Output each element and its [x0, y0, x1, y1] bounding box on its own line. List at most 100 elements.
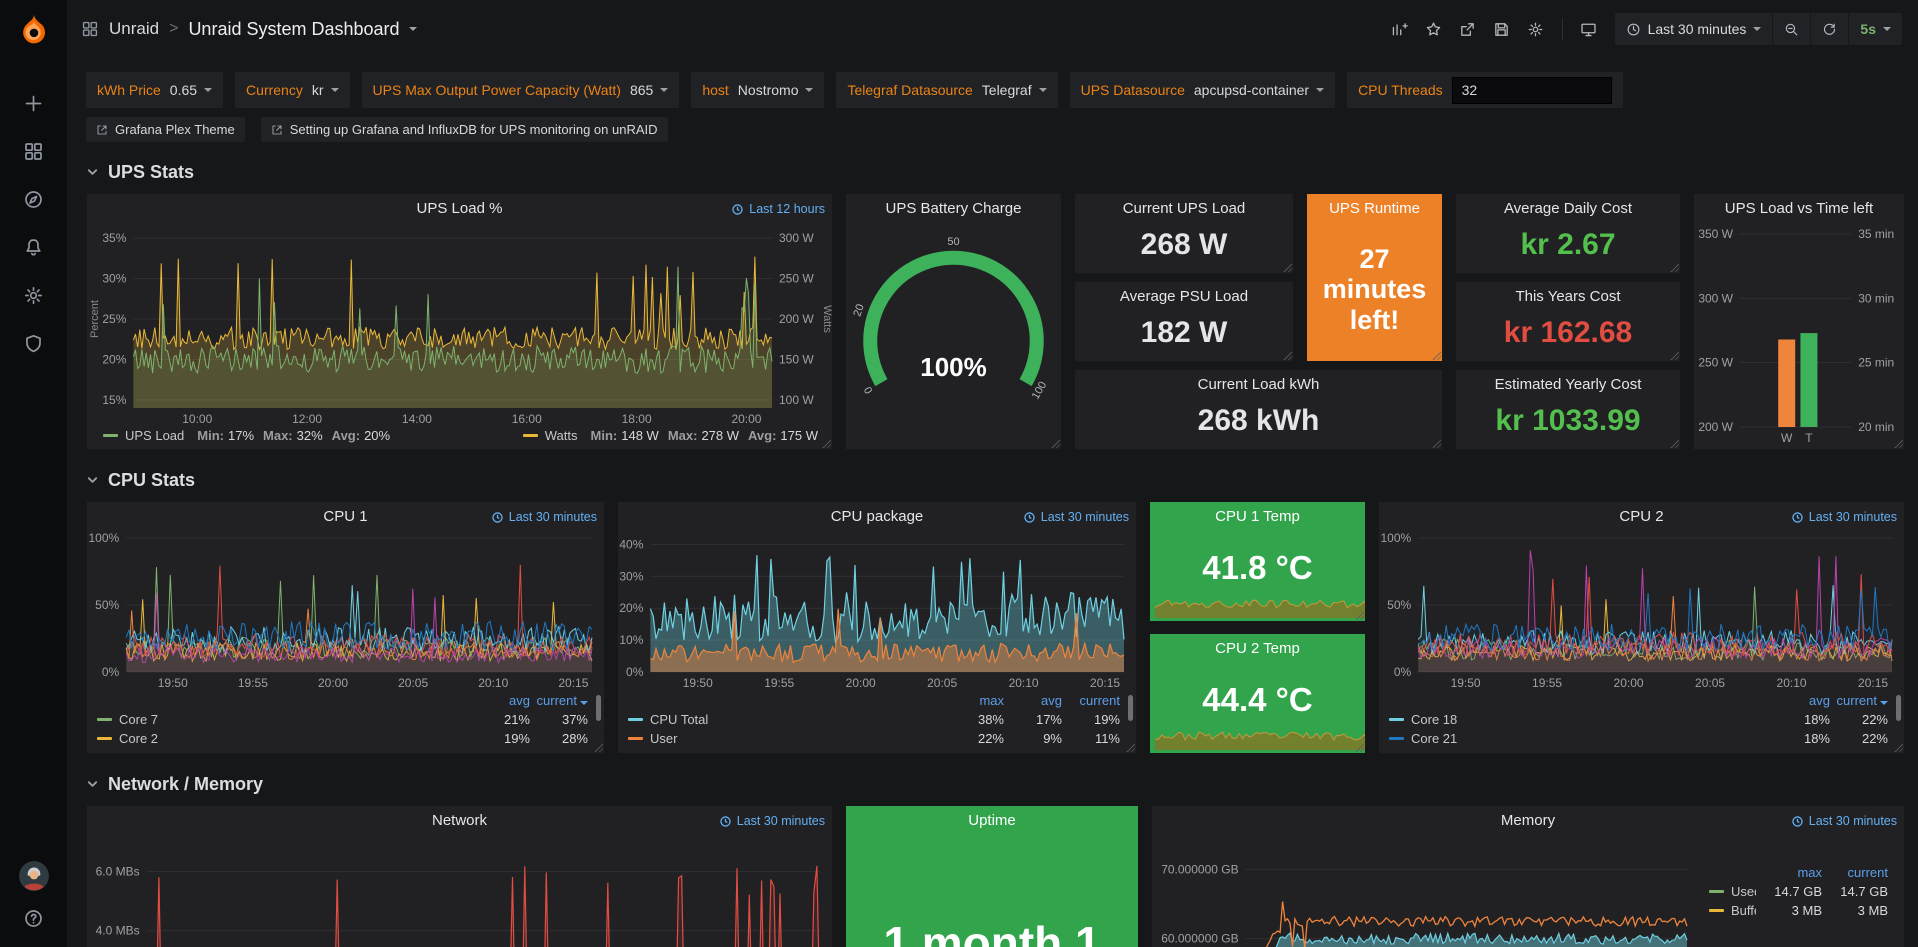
svg-text:100%: 100% [1380, 532, 1411, 545]
time-range-picker[interactable]: Last 30 minutes [1615, 13, 1773, 45]
sidebar-item-help[interactable] [12, 899, 56, 937]
legend-value: 22% [1830, 729, 1888, 748]
ups-load-legend: UPS Load Min:17% Max:32% Avg:20% Watts M… [87, 428, 832, 449]
dashboards-grid-icon [23, 141, 44, 162]
sidebar-menu [12, 84, 56, 362]
panel-time-override-badge: Last 30 minutes [491, 502, 597, 532]
legend-series-name[interactable]: Core 18 [1411, 710, 1772, 729]
star-dashboard-button[interactable] [1417, 14, 1451, 44]
sidebar-item-configuration[interactable] [12, 276, 56, 314]
legend-scrollbar[interactable] [1896, 695, 1901, 721]
panel-title[interactable]: Current UPS Load [1075, 194, 1293, 224]
cpu2-chart[interactable]: 0%50%100%19:5019:5520:0020:0520:1020:15 [1379, 532, 1904, 692]
legend-series-name[interactable]: Buffered [1731, 901, 1756, 920]
refresh-interval-dropdown[interactable]: 5s [1848, 13, 1902, 45]
panel-title[interactable]: UPS Load vs Time left [1694, 194, 1904, 224]
panel-title[interactable]: CPU 2 Temp [1150, 634, 1365, 664]
variable-ups-datasource: UPS Datasource apcupsd-container [1070, 72, 1335, 108]
panel-title[interactable]: Uptime [846, 806, 1138, 836]
panel-title[interactable]: Average PSU Load [1075, 282, 1293, 312]
link-grafana-plex-theme[interactable]: Grafana Plex Theme [86, 117, 245, 142]
legend-sort-max[interactable]: max [946, 692, 1004, 710]
sidebar-item-dashboards[interactable] [12, 132, 56, 170]
network-memory-grid: Network Last 30 minutes 2.0 MBs4.0 MBs6.… [86, 805, 1905, 947]
legend-scrollbar[interactable] [596, 695, 601, 721]
refresh-button[interactable] [1810, 13, 1848, 45]
legend-series-name[interactable]: Used [1731, 882, 1756, 901]
section-cpu-stats[interactable]: CPU Stats [86, 470, 1918, 491]
sidebar-item-explore[interactable] [12, 180, 56, 218]
dashboard-settings-button[interactable] [1519, 14, 1553, 44]
variable-value-dropdown[interactable]: kr [312, 82, 339, 98]
panel-title[interactable]: Estimated Yearly Cost [1456, 370, 1680, 400]
sidebar-item-create[interactable] [12, 84, 56, 122]
variable-label: UPS Datasource [1081, 82, 1185, 98]
sort-caret-icon [580, 701, 588, 705]
svg-text:200 W: 200 W [1698, 420, 1733, 434]
legend-series-name[interactable]: Core 21 [1411, 729, 1772, 748]
cpu1-chart[interactable]: 0%50%100%19:5019:5520:0020:0520:1020:15 [87, 532, 604, 692]
dashboard-title-dropdown[interactable]: Unraid System Dashboard [188, 19, 416, 40]
variable-value-dropdown[interactable]: Telegraf [982, 82, 1047, 98]
legend-series-name[interactable]: Core 7 [119, 710, 472, 729]
memory-chart[interactable]: 50.000000 GB60.000000 GB70.000000 GB [1152, 836, 1699, 947]
legend-series-name[interactable]: UPS Load [125, 428, 184, 443]
legend-value: 14.7 GB [1756, 882, 1822, 901]
panel-time-override-badge: Last 30 minutes [1023, 502, 1129, 532]
cpu2-legend: avg current Core 18 18% 22% Core 21 18% … [1379, 692, 1904, 753]
ups-load-chart[interactable]: 15%20%25%30%35%100 W150 W200 W250 W300 W… [87, 224, 832, 428]
svg-text:50%: 50% [95, 598, 119, 612]
zoom-out-button[interactable] [1772, 13, 1810, 45]
legend-sort-max[interactable]: max [1756, 864, 1822, 882]
panel-title[interactable]: This Years Cost [1456, 282, 1680, 312]
refresh-interval-label: 5s [1860, 21, 1876, 37]
panel-title[interactable]: UPS Runtime [1307, 194, 1442, 224]
section-ups-stats[interactable]: UPS Stats [86, 162, 1918, 183]
legend-sort-current[interactable]: current [530, 692, 588, 710]
panel-title[interactable]: Average Daily Cost [1456, 194, 1680, 224]
legend-sort-avg[interactable]: avg [1004, 692, 1062, 710]
svg-text:30%: 30% [102, 272, 126, 286]
save-dashboard-button[interactable] [1485, 14, 1519, 44]
network-chart[interactable]: 2.0 MBs4.0 MBs6.0 MBs [87, 836, 832, 947]
panel-title[interactable]: UPS Battery Charge [846, 194, 1061, 224]
variable-value-dropdown[interactable]: apcupsd-container [1194, 82, 1324, 98]
series-color-dash [1389, 737, 1404, 740]
grafana-logo-icon[interactable] [15, 12, 53, 50]
legend-stat-value: 148 W [621, 428, 659, 443]
legend-series-name[interactable]: User [650, 729, 946, 748]
legend-sort-avg[interactable]: avg [1772, 692, 1830, 710]
legend-sort-current[interactable]: current [1830, 692, 1888, 710]
dashboard-icon[interactable] [81, 20, 99, 38]
panel-title[interactable]: UPS Load % [87, 194, 832, 224]
sidebar-item-server-admin[interactable] [12, 324, 56, 362]
legend-series-name[interactable]: CPU Total [650, 710, 946, 729]
legend-scrollbar[interactable] [1128, 695, 1133, 721]
legend-stat-value: 278 W [701, 428, 739, 443]
add-panel-button[interactable] [1383, 14, 1417, 44]
caret-down-icon [805, 88, 813, 92]
legend-series-name[interactable]: Core 2 [119, 729, 472, 748]
variable-value-dropdown[interactable]: Nostromo [738, 82, 814, 98]
shield-icon [23, 333, 44, 354]
legend-sort-current[interactable]: current [1822, 864, 1888, 882]
variable-label: UPS Max Output Power Capacity (Watt) [373, 82, 621, 98]
legend-row: Core 21 18% 22% [1389, 729, 1888, 748]
variable-value-dropdown[interactable]: 865 [630, 82, 668, 98]
cycle-view-button[interactable] [1572, 14, 1606, 44]
link-ups-monitoring-guide[interactable]: Setting up Grafana and InfluxDB for UPS … [261, 117, 668, 142]
user-avatar[interactable] [19, 861, 49, 891]
legend-sort-avg[interactable]: avg [472, 692, 530, 710]
legend-series-name[interactable]: Watts [545, 428, 578, 443]
legend-sort-current[interactable]: current [1062, 692, 1120, 710]
cpu-package-chart[interactable]: 0%10%20%30%40%19:5019:5520:0020:0520:102… [618, 532, 1136, 692]
share-dashboard-button[interactable] [1451, 14, 1485, 44]
caret-down-icon [1753, 27, 1761, 31]
panel-title[interactable]: CPU 1 Temp [1150, 502, 1365, 532]
variable-value-dropdown[interactable]: 0.65 [170, 82, 212, 98]
panel-title[interactable]: Current Load kWh [1075, 370, 1442, 400]
sidebar-item-alerting[interactable] [12, 228, 56, 266]
cpu-threads-input[interactable] [1452, 77, 1612, 104]
breadcrumb-folder[interactable]: Unraid [109, 19, 159, 39]
section-network-memory[interactable]: Network / Memory [86, 774, 1918, 795]
